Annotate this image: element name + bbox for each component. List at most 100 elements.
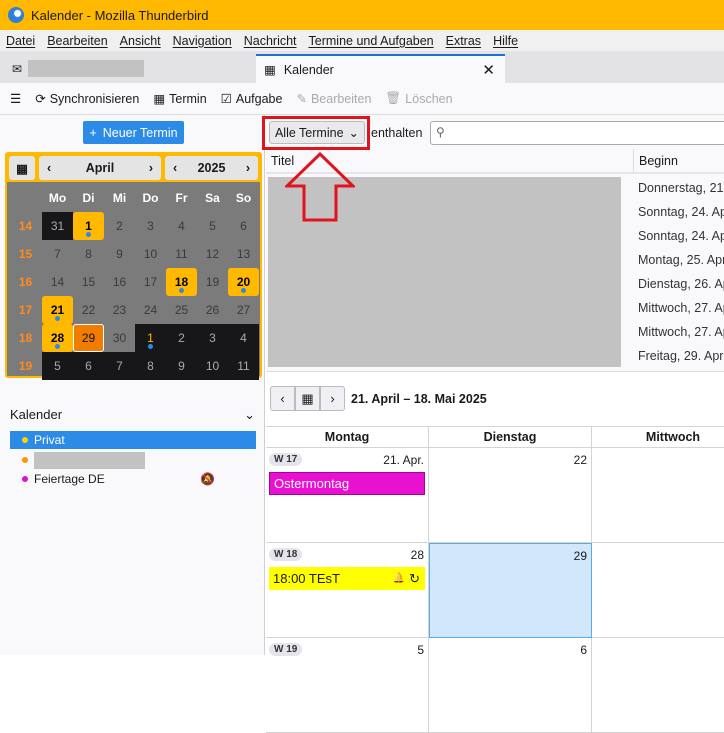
list-row-begin[interactable]: Freitag, 29. April [638, 349, 724, 363]
calendar-item-feiertage[interactable]: Feiertage DE 🔕 [10, 470, 256, 488]
menu-nachricht[interactable]: Nachricht [244, 34, 297, 48]
day-cell[interactable]: 4 [228, 324, 259, 352]
day-cell[interactable]: 28 [42, 324, 73, 352]
menu-ansicht[interactable]: Ansicht [120, 34, 161, 48]
day-cell[interactable]: 13 [228, 240, 259, 268]
sync-button[interactable]: ⟳ Synchronisieren [35, 91, 139, 107]
day-cell[interactable]: 10 [197, 352, 228, 380]
day-cell[interactable]: 22 [429, 448, 592, 543]
list-row-begin[interactable]: Sonntag, 24. April [638, 205, 724, 219]
day-cell[interactable]: 5 [42, 352, 73, 380]
edit-button[interactable]: ✎ Bearbeiten [296, 91, 371, 107]
calendar-item-redacted[interactable] [10, 451, 256, 469]
list-row-begin[interactable]: Sonntag, 24. April [638, 229, 724, 243]
close-tab-icon[interactable]: ✕ [482, 61, 495, 79]
list-row-begin[interactable]: Montag, 25. April [638, 253, 724, 267]
day-cell[interactable]: 25 [166, 296, 197, 324]
day-cell[interactable]: 6 [429, 638, 592, 733]
day-cell[interactable]: 21 [42, 296, 73, 324]
day-cell[interactable]: 7 [104, 352, 135, 380]
list-row-begin[interactable]: Dienstag, 26. April [638, 277, 724, 291]
task-label: Aufgabe [235, 91, 283, 106]
day-cell[interactable]: 27 [228, 296, 259, 324]
list-row-begin[interactable]: Donnerstag, 21. … [638, 181, 724, 195]
day-cell[interactable]: 14 [42, 268, 73, 296]
day-cell[interactable]: 6 [228, 212, 259, 240]
menu-datei[interactable]: Datei [6, 34, 35, 48]
day-cell[interactable]: 19 [197, 268, 228, 296]
day-cell[interactable]: 18 [166, 268, 197, 296]
menu-bearbeiten[interactable]: Bearbeiten [47, 34, 107, 48]
new-task-button[interactable]: ☑ Aufgabe [221, 91, 283, 107]
calendar-item-privat[interactable]: Privat [10, 431, 256, 449]
next-year-icon[interactable]: › [246, 161, 250, 175]
column-beginn[interactable]: Beginn [633, 149, 678, 173]
day-cell[interactable]: 2 [166, 324, 197, 352]
title-bar: Kalender - Mozilla Thunderbird [0, 0, 724, 30]
day-cell[interactable]: 22 [73, 296, 104, 324]
day-cell[interactable]: 7 [42, 240, 73, 268]
day-cell[interactable]: 6 [73, 352, 104, 380]
day-cell[interactable]: 23 [104, 296, 135, 324]
day-cell[interactable]: W 19 5 [266, 638, 429, 733]
day-cell[interactable]: 24 [135, 296, 166, 324]
day-cell[interactable]: 8 [135, 352, 166, 380]
month-label: April [85, 161, 115, 175]
prev-button[interactable]: ‹ [270, 386, 295, 411]
calendar-list-header: Kalender ⌄ [10, 407, 255, 423]
day-cell[interactable]: W 18 28 18:00 TEsT 🔔 ↻ [266, 543, 429, 638]
day-cell[interactable]: 20 [228, 268, 259, 296]
day-cell[interactable]: 16 [104, 268, 135, 296]
day-cell[interactable]: 12 [197, 240, 228, 268]
menu-hilfe[interactable]: Hilfe [493, 34, 518, 48]
day-cell[interactable]: 1 [73, 212, 104, 240]
search-input[interactable]: ⚲ [430, 121, 724, 145]
day-cell[interactable]: 9 [104, 240, 135, 268]
column-header: Montag [266, 427, 429, 448]
tab-mail[interactable]: ✉ [12, 60, 145, 77]
day-cell[interactable] [592, 638, 724, 733]
menu-extras[interactable]: Extras [446, 34, 481, 48]
day-cell[interactable]: 9 [166, 352, 197, 380]
day-cell[interactable] [592, 448, 724, 543]
new-event-toolbar-button[interactable]: ▦ Termin [153, 91, 206, 107]
day-cell[interactable]: W 17 21. Apr. Ostermontag [266, 448, 429, 543]
day-cell[interactable]: 3 [197, 324, 228, 352]
day-cell[interactable]: 17 [135, 268, 166, 296]
day-cell[interactable]: 29 [429, 543, 592, 638]
list-row-begin[interactable]: Mittwoch, 27. April [638, 325, 724, 339]
day-cell[interactable]: 2 [104, 212, 135, 240]
prev-month-icon[interactable]: ‹ [47, 161, 51, 175]
next-button[interactable]: › [320, 386, 345, 411]
list-row-begin[interactable]: Mittwoch, 27. April [638, 301, 724, 315]
day-cell[interactable]: 11 [166, 240, 197, 268]
sidebar-toggle-icon[interactable]: ☰ [10, 91, 21, 106]
delete-button[interactable]: 🗑 Löschen [385, 91, 452, 106]
menu-termine[interactable]: Termine und Aufgaben [309, 34, 434, 48]
day-cell[interactable]: 29 [73, 324, 104, 352]
event-ostermontag[interactable]: Ostermontag [269, 472, 425, 495]
day-cell[interactable]: 31 [42, 212, 73, 240]
today-button[interactable]: ▦ [295, 386, 320, 411]
bell-off-icon[interactable]: 🔕 [200, 472, 215, 486]
day-cell[interactable]: 5 [197, 212, 228, 240]
today-button[interactable]: ▦ [9, 156, 35, 180]
day-cell[interactable]: 26 [197, 296, 228, 324]
next-month-icon[interactable]: › [149, 161, 153, 175]
day-cell[interactable]: 15 [73, 268, 104, 296]
day-number: 29 [573, 549, 587, 563]
day-cell[interactable]: 30 [104, 324, 135, 352]
day-cell[interactable]: 10 [135, 240, 166, 268]
menu-navigation[interactable]: Navigation [173, 34, 232, 48]
day-cell[interactable]: 30 [592, 543, 724, 638]
event-test[interactable]: 18:00 TEsT 🔔 ↻ [269, 567, 425, 590]
day-cell[interactable]: 3 [135, 212, 166, 240]
day-cell[interactable]: 11 [228, 352, 259, 380]
tab-kalender[interactable]: ▦ Kalender ✕ [256, 54, 505, 83]
new-event-button[interactable]: + Neuer Termin [83, 121, 184, 144]
chevron-down-icon[interactable]: ⌄ [244, 407, 255, 423]
day-cell[interactable]: 1 [135, 324, 166, 352]
day-cell[interactable]: 4 [166, 212, 197, 240]
prev-year-icon[interactable]: ‹ [173, 161, 177, 175]
day-cell[interactable]: 8 [73, 240, 104, 268]
